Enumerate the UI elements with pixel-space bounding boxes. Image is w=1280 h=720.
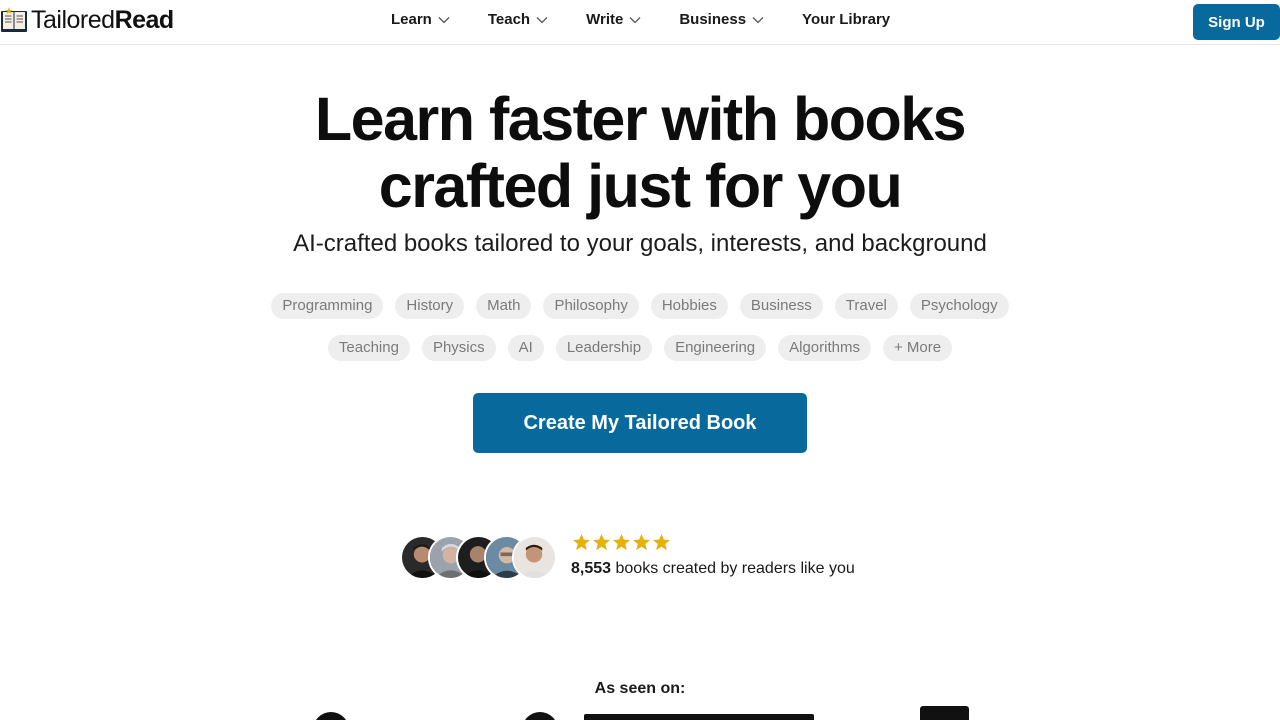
- nav-your-library[interactable]: Your Library: [802, 11, 890, 28]
- sign-up-button[interactable]: Sign Up: [1193, 4, 1280, 40]
- books-created-label: books created by readers like you: [615, 560, 855, 577]
- main-nav: Learn Teach Write Business Your Library: [391, 11, 890, 28]
- as-seen-on-heading: As seen on:: [594, 680, 686, 697]
- nav-learn-label: Learn: [391, 11, 432, 28]
- star-icon: [592, 533, 611, 551]
- topic-chip-physics[interactable]: Physics: [421, 335, 496, 361]
- topic-chip-hobbies[interactable]: Hobbies: [650, 293, 728, 319]
- topic-chip-leadership[interactable]: Leadership: [555, 335, 653, 361]
- avatar: [512, 535, 557, 580]
- book-logo-icon: [1, 7, 27, 32]
- nav-learn[interactable]: Learn: [391, 11, 450, 28]
- star-icon: [632, 533, 651, 551]
- press-logos-strip: [316, 706, 969, 720]
- topic-chip-math[interactable]: Math: [476, 293, 532, 319]
- chevron-down-icon: [752, 16, 764, 23]
- topic-chip-programming[interactable]: Programming: [271, 293, 384, 319]
- topic-chip-psychology[interactable]: Psychology: [909, 293, 1009, 319]
- logo-link[interactable]: TailoredRead: [0, 6, 174, 34]
- rating-stars: [572, 533, 672, 552]
- hero-title: Learn faster with books crafted just for…: [0, 86, 1280, 220]
- chevron-down-icon: [536, 16, 548, 23]
- nav-business-label: Business: [679, 11, 747, 28]
- nav-your-library-label: Your Library: [802, 11, 891, 28]
- logo-text-light: Tailored: [31, 6, 115, 34]
- topic-chip-algorithms[interactable]: Algorithms: [778, 335, 871, 361]
- press-logos: [0, 700, 1280, 720]
- top-navigation-bar: TailoredRead Learn Teach Write Business …: [0, 0, 1280, 45]
- logo-wordmark: TailoredRead: [31, 6, 174, 34]
- chevron-down-icon: [438, 16, 450, 23]
- hero-title-line-2: crafted just for you: [378, 152, 903, 220]
- press-logo-2-wordmark-icon: [584, 714, 814, 720]
- nav-write-label: Write: [586, 11, 624, 28]
- topic-chip-business[interactable]: Business: [739, 293, 823, 319]
- topic-chip-teaching[interactable]: Teaching: [327, 335, 410, 361]
- nav-teach[interactable]: Teach: [488, 11, 548, 28]
- topic-chips-row-1: Programming History Math Philosophy Hobb…: [0, 293, 1280, 319]
- nav-business[interactable]: Business: [679, 11, 764, 28]
- chevron-down-icon: [629, 16, 641, 23]
- hero-title-line-1: Learn faster with books: [314, 85, 967, 153]
- topic-chip-more[interactable]: + More: [882, 335, 953, 361]
- topic-chip-ai[interactable]: AI: [507, 335, 544, 361]
- press-logo-3-icon: [920, 706, 969, 720]
- topic-chip-engineering[interactable]: Engineering: [664, 335, 767, 361]
- topic-chip-history[interactable]: History: [395, 293, 465, 319]
- logo-text-bold: Read: [114, 6, 175, 34]
- nav-teach-label: Teach: [487, 11, 531, 28]
- topic-chip-philosophy[interactable]: Philosophy: [543, 293, 639, 319]
- topic-chips-row-2: Teaching Physics AI Leadership Engineeri…: [0, 335, 1280, 361]
- create-tailored-book-button[interactable]: Create My Tailored Book: [473, 393, 807, 453]
- nav-write[interactable]: Write: [586, 11, 641, 28]
- star-icon: [612, 533, 631, 551]
- books-created-text: 8,553 books created by readers like you: [571, 560, 855, 578]
- topic-chip-travel[interactable]: Travel: [834, 293, 898, 319]
- star-icon: [652, 533, 671, 551]
- reader-avatars: [400, 535, 560, 580]
- star-icon: [572, 533, 591, 551]
- press-logo-2-icon: [525, 712, 555, 720]
- press-logo-1-icon: [316, 712, 346, 720]
- books-count: 8,553: [571, 560, 612, 577]
- hero-subtitle: AI-crafted books tailored to your goals,…: [293, 230, 987, 257]
